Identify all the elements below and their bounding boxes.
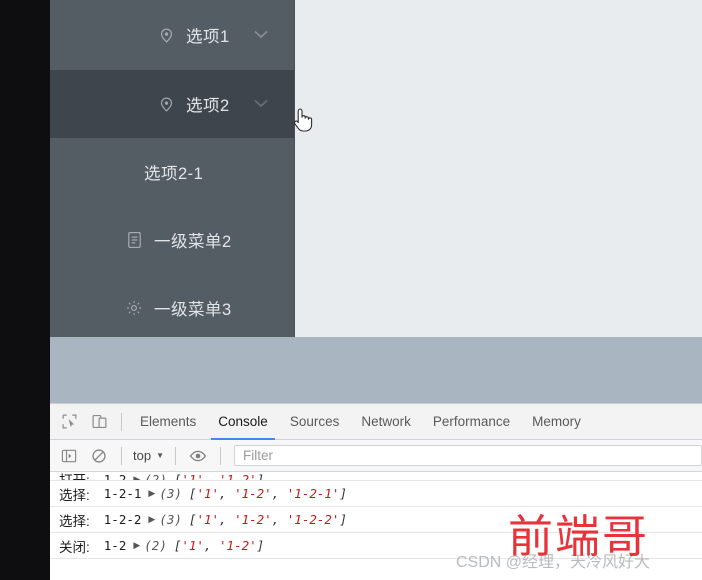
- devtools-panel: Elements Console Sources Network Perform…: [50, 403, 702, 580]
- tab-network[interactable]: Network: [350, 404, 422, 440]
- console-log-list[interactable]: 打开: 1-2 ▶ (2) ['1', '1-2'] 选择: 1-2-1 ▶ (…: [50, 472, 702, 580]
- filterbar-divider-2: [175, 446, 176, 465]
- expand-triangle-icon[interactable]: ▶: [148, 488, 155, 499]
- sidebar-item-label: 一级菜单3: [154, 301, 232, 319]
- sidebar-item-label: 选项2-1: [144, 165, 204, 183]
- expand-triangle-icon[interactable]: ▶: [133, 540, 140, 551]
- tab-elements[interactable]: Elements: [129, 404, 207, 440]
- screenshot-root: 选项1 选项2 选项2-1 一级菜单2 一级菜单3 Elements Conso…: [0, 0, 702, 580]
- console-filter-input[interactable]: Filter: [234, 445, 702, 466]
- sidebar-item-option1[interactable]: 选项1: [50, 0, 294, 70]
- tab-sources[interactable]: Sources: [279, 404, 351, 440]
- log-label: 打开:: [59, 473, 90, 481]
- console-row[interactable]: 关闭: 1-2 ▶ (2) ['1', '1-2']: [50, 533, 702, 559]
- log-key: 1-2-2: [103, 512, 142, 527]
- left-gutter: [0, 0, 50, 580]
- chevron-down-icon[interactable]: [254, 26, 268, 44]
- chevron-down-icon[interactable]: [254, 95, 268, 113]
- expand-triangle-icon[interactable]: ▶: [148, 514, 155, 525]
- log-key: 1-2: [103, 472, 127, 481]
- sidebar-item-label: 一级菜单2: [154, 233, 232, 251]
- devtools-tabbar: Elements Console Sources Network Perform…: [50, 404, 702, 440]
- console-row[interactable]: 选择: 1-2-1 ▶ (3) ['1', '1-2', '1-2-1']: [50, 481, 702, 507]
- clear-console-icon[interactable]: [84, 441, 114, 471]
- log-array-value: ['1', '1-2']: [173, 472, 265, 481]
- device-toolbar-icon[interactable]: [84, 407, 114, 437]
- console-sidebar-icon[interactable]: [54, 441, 84, 471]
- web-page-area: 选项1 选项2 选项2-1 一级菜单2 一级菜单3: [50, 0, 702, 337]
- page-body-band: [50, 337, 702, 403]
- sidebar-item-option2-1[interactable]: 选项2-1: [50, 138, 294, 206]
- log-array-value: ['1', '1-2', '1-2-1']: [188, 486, 347, 501]
- log-array-value: ['1', '1-2']: [173, 538, 265, 553]
- inspect-element-icon[interactable]: [54, 407, 84, 437]
- console-filterbar: top ▼ Filter: [50, 440, 702, 472]
- toolbar-divider: [121, 412, 122, 431]
- tab-memory[interactable]: Memory: [521, 404, 592, 440]
- sidebar-item-label: 选项2: [186, 97, 230, 115]
- sidebar-item-menu2[interactable]: 一级菜单2: [50, 206, 294, 274]
- nav-sidebar: 选项1 选项2 选项2-1 一级菜单2 一级菜单3: [50, 0, 295, 337]
- console-row-clipped[interactable]: 打开: 1-2 ▶ (2) ['1', '1-2']: [50, 472, 702, 481]
- location-pin-icon: [156, 94, 176, 114]
- location-pin-icon: [156, 25, 176, 45]
- console-row[interactable]: 选择: 1-2-2 ▶ (3) ['1', '1-2', '1-2-2']: [50, 507, 702, 533]
- tab-performance[interactable]: Performance: [422, 404, 521, 440]
- gear-icon: [124, 298, 144, 318]
- sidebar-item-label: 选项1: [186, 28, 230, 46]
- log-label: 选择:: [59, 487, 90, 503]
- log-array-count: (2): [144, 538, 167, 553]
- log-array-count: (2): [144, 472, 167, 481]
- tab-console[interactable]: Console: [207, 404, 279, 440]
- execution-context-select[interactable]: top ▼: [129, 448, 168, 463]
- expand-triangle-icon[interactable]: ▶: [133, 474, 140, 481]
- filterbar-divider-3: [220, 446, 221, 465]
- log-key: 1-2: [103, 538, 127, 553]
- log-array-count: (3): [159, 486, 182, 501]
- live-expression-eye-icon[interactable]: [183, 441, 213, 471]
- document-icon: [124, 230, 144, 250]
- log-label: 选择:: [59, 513, 90, 529]
- chevron-down-icon: ▼: [156, 450, 164, 460]
- log-label: 关闭:: [59, 539, 90, 555]
- execution-context-label: top: [133, 448, 152, 463]
- sidebar-item-menu3[interactable]: 一级菜单3: [50, 274, 294, 342]
- filterbar-divider: [121, 446, 122, 465]
- log-array-value: ['1', '1-2', '1-2-2']: [188, 512, 347, 527]
- log-array-count: (3): [159, 512, 182, 527]
- sidebar-item-option2[interactable]: 选项2: [50, 70, 294, 138]
- log-key: 1-2-1: [103, 486, 142, 501]
